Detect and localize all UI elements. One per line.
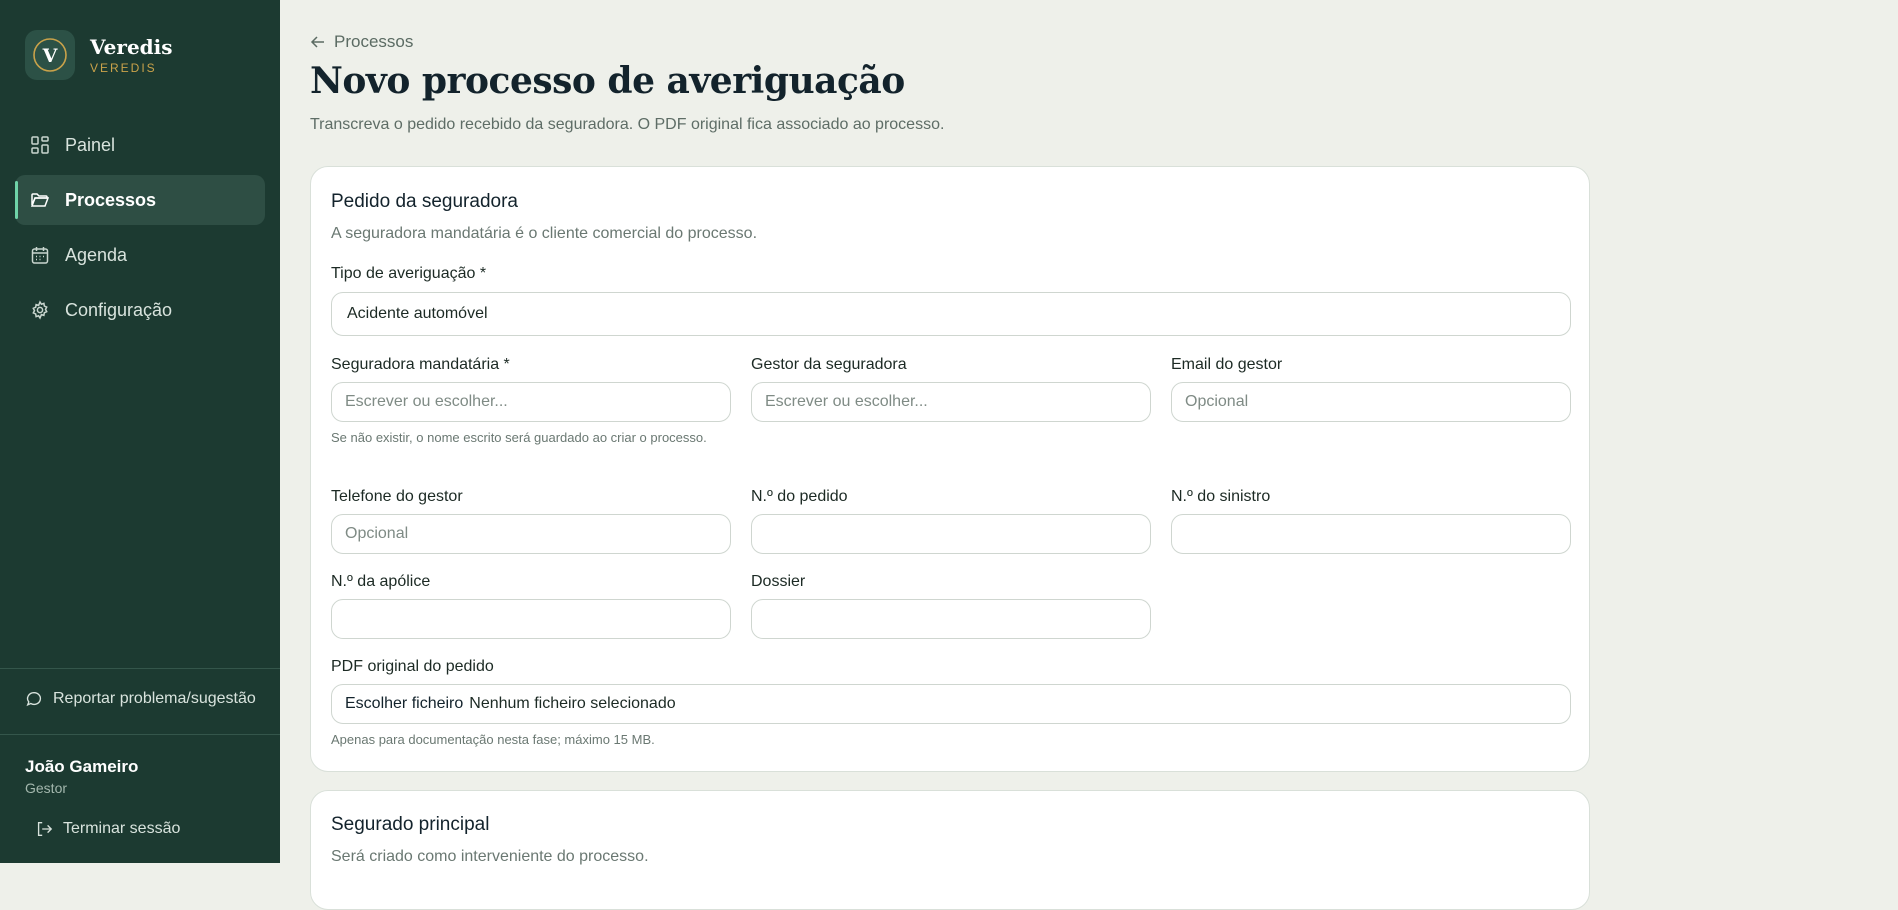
brand-subtitle: VEREDIS: [90, 60, 157, 75]
gestor-placeholder: Escrever ou escolher...: [765, 393, 928, 410]
seguradora-input[interactable]: Escrever ou escolher...: [331, 382, 731, 422]
brand[interactable]: V Veredis VEREDIS: [25, 30, 173, 80]
sidebar-item-painel[interactable]: Painel: [15, 120, 265, 170]
arrow-left-icon: [310, 36, 324, 48]
logout-icon: [37, 822, 53, 836]
gestor-input[interactable]: Escrever ou escolher...: [751, 382, 1151, 422]
brand-logo: V: [25, 30, 75, 80]
tipo-label: Tipo de averiguação *: [331, 265, 487, 282]
pdf-file-input[interactable]: Escolher ficheiro Nenhum ficheiro seleci…: [331, 684, 1571, 724]
main-content: Processos Novo processo de averiguação T…: [280, 0, 1898, 910]
logo-icon: V: [33, 38, 67, 72]
folder-icon: [30, 193, 50, 207]
sidebar: V Veredis VEREDIS Painel Processos Agend…: [0, 0, 280, 863]
sidebar-nav: Painel Processos Agenda Configuração: [15, 120, 265, 340]
report-problem-label: Reportar problema/sugestão: [53, 690, 256, 707]
section-subtitle: Será criado como interveniente do proces…: [331, 848, 649, 865]
sidebar-divider: [0, 668, 280, 669]
pedido-field[interactable]: [751, 514, 1151, 554]
telefone-placeholder: Opcional: [345, 525, 409, 542]
pdf-hint: Apenas para documentação nesta fase; máx…: [331, 732, 655, 747]
svg-text:V: V: [42, 45, 59, 67]
report-problem-link[interactable]: Reportar problema/sugestão: [25, 690, 256, 708]
tipo-value: Acidente automóvel: [347, 305, 488, 322]
section-title: Pedido da seguradora: [331, 191, 518, 212]
sidebar-item-processos[interactable]: Processos: [15, 175, 265, 225]
telefone-field[interactable]: Opcional: [331, 514, 731, 554]
sinistro-field[interactable]: [1171, 514, 1571, 554]
dossier-label: Dossier: [751, 573, 806, 590]
sidebar-item-label: Painel: [65, 134, 116, 155]
sidebar-item-label: Processos: [65, 189, 157, 210]
page-title: Novo processo de averiguação: [310, 60, 905, 102]
gear-icon: [32, 300, 48, 320]
user-name: João Gameiro: [25, 757, 139, 776]
section-subtitle: A seguradora mandatária é o cliente come…: [331, 225, 758, 242]
email-placeholder: Opcional: [1185, 393, 1249, 410]
user-role: Gestor: [25, 780, 68, 796]
file-status: Nenhum ficheiro selecionado: [469, 695, 676, 712]
breadcrumb[interactable]: Processos: [310, 32, 413, 52]
chat-bubble-icon: [26, 692, 42, 707]
pedido-label: N.º do pedido: [751, 488, 848, 505]
sidebar-item-label: Configuração: [65, 299, 173, 320]
breadcrumb-label: Processos: [334, 32, 414, 51]
telefone-label: Telefone do gestor: [331, 488, 463, 505]
sidebar-item-configuracao[interactable]: Configuração: [15, 285, 265, 335]
page-subtitle: Transcreva o pedido recebido da segurado…: [310, 116, 945, 133]
email-label: Email do gestor: [1171, 356, 1283, 373]
dossier-field[interactable]: [751, 599, 1151, 639]
seguradora-label: Seguradora mandatária *: [331, 356, 510, 373]
email-field[interactable]: Opcional: [1171, 382, 1571, 422]
main-insured-card: Segurado principal Será criado como inte…: [310, 790, 1590, 910]
dashboard-icon: [31, 136, 49, 154]
brand-name: Veredis: [90, 34, 173, 59]
apolice-label: N.º da apólice: [331, 573, 431, 590]
calendar-icon: [31, 247, 49, 264]
apolice-field[interactable]: [331, 599, 731, 639]
seguradora-hint: Se não existir, o nome escrito será guar…: [331, 430, 707, 445]
tipo-select[interactable]: Acidente automóvel: [331, 292, 1571, 336]
pdf-label: PDF original do pedido: [331, 658, 494, 675]
choose-file-button[interactable]: Escolher ficheiro: [345, 695, 463, 713]
insurer-request-card: Pedido da seguradora A seguradora mandat…: [310, 166, 1590, 772]
gestor-label: Gestor da seguradora: [751, 356, 907, 373]
sidebar-item-label: Agenda: [65, 244, 128, 265]
section-title: Segurado principal: [331, 814, 490, 835]
sidebar-divider: [0, 734, 280, 735]
sidebar-item-agenda[interactable]: Agenda: [15, 230, 265, 280]
sinistro-label: N.º do sinistro: [1171, 488, 1271, 505]
logout-button[interactable]: Terminar sessão: [35, 820, 180, 838]
logout-label: Terminar sessão: [63, 820, 181, 837]
seguradora-placeholder: Escrever ou escolher...: [345, 393, 508, 410]
